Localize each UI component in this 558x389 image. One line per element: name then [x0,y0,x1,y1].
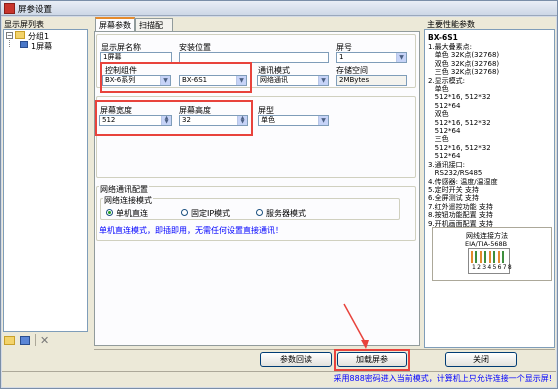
folder-icon [15,31,25,39]
spec-line: 512*64 [428,101,461,110]
radio-fixed-ip[interactable] [181,209,188,216]
radio-fixed-ip-label[interactable]: 固定IP模式 [191,208,230,219]
add-screen-icon[interactable] [20,336,30,345]
spec-line: 双色 [428,110,449,119]
spec-line: 2.显示模式: [428,76,466,85]
add-group-icon[interactable] [4,336,15,345]
spec-line: 512*16, 512*32 [428,93,491,102]
radio-direct[interactable] [106,209,113,216]
spec-line: 6.全屏测试 支持 [428,194,479,203]
network-hint: 单机直连模式，即插即用，无需任何设置直接通讯！ [99,226,283,235]
chevron-down-icon: ▼ [396,53,406,62]
readback-button[interactable]: 参数回读 [260,352,332,367]
annotation-arrow [343,303,369,349]
controller-model-select[interactable]: BX-6S1 ▼ [179,75,247,86]
screen-no-select[interactable]: 1 ▼ [336,52,407,63]
bottom-divider [94,349,555,350]
pin-numbers: 12345678 [472,264,513,271]
spec-line: 7.红外遥控功能 支持 [428,202,493,211]
spec-line: 512*16, 512*32 [428,118,491,127]
type-select[interactable]: 单色 ▼ [258,115,329,126]
arrow-line [343,303,367,345]
chevron-down-icon: ▼ [318,116,328,125]
width-value: 512 [102,116,116,124]
spec-line: 单色 [428,85,449,94]
spec-line: 三色 [428,135,449,144]
screen-no-value: 1 [339,53,344,61]
radio-server-label[interactable]: 服务器模式 [266,208,306,219]
storage-value: 2MBytes [336,75,407,86]
arrow-head [361,340,369,349]
radio-server[interactable] [256,209,263,216]
rj45-connector-icon: 12345678 [468,248,513,274]
comm-mode-value: 网络通讯 [260,76,288,84]
controller-model-value: BX-6S1 [182,76,208,84]
network-mode-title: 网络连接模式 [103,195,153,206]
spec-line: 双色 32K点(32768) [428,59,500,68]
chevron-down-icon: ▼ [318,76,328,85]
app-icon [4,3,15,14]
tab-screen-params[interactable]: 屏幕参数 [95,17,135,32]
specs-list: 1.最大叠素点: 单色 32K点(32768) 双色 32K点(32768) 三… [428,43,499,228]
type-value: 单色 [261,116,275,124]
radio-direct-label[interactable]: 单机直连 [116,208,148,219]
delete-icon[interactable]: ✕ [40,334,49,347]
close-button[interactable]: 关闭 [445,352,517,367]
controller-series-select[interactable]: BX-6系列 ▼ [102,75,171,86]
screen-list-panel [3,29,88,332]
title-bar: 屏参设置 [1,1,557,16]
spinner-arrows-icon[interactable]: ▲ ▼ [161,116,171,125]
width-spinner[interactable]: 512 ▲ ▼ [99,115,172,126]
chevron-down-icon: ▼ [236,76,246,85]
tree-connector [9,40,10,47]
tab-scan-config[interactable]: 扫描配置 [135,18,173,41]
spec-line: 3.通讯接口: [428,160,466,169]
spec-line: 8.按钮功能配置 支持 [428,211,493,220]
network-group-title: 网络通讯配置 [99,184,149,195]
spec-line: 4.传感器: 温度/温湿度 [428,177,498,186]
tree-screen-item[interactable]: 1屏幕 [31,41,52,52]
spec-line: 512*64 [428,152,461,161]
height-spinner[interactable]: 32 ▲ ▼ [179,115,248,126]
specs-model: BX-6S1 [428,33,458,42]
height-value: 32 [182,116,191,124]
toolbar-divider [35,334,36,346]
spec-line: 三色 32K点(32768) [428,68,500,77]
spec-line: 512*16, 512*32 [428,143,491,152]
screen-icon [20,41,28,48]
chevron-down-icon: ▼ [160,76,170,85]
spec-line: 单色 32K点(32768) [428,51,500,60]
window-title: 屏参设置 [18,5,53,15]
comm-mode-select[interactable]: 网络通讯 ▼ [257,75,329,86]
status-text: 采用888密码进入当前模式，计算机上只允许连接一个显示屏! [333,374,552,383]
controller-series-value: BX-6系列 [105,76,136,84]
spec-line: RS232/RS485 [428,169,483,178]
tree-collapse-icon[interactable]: − [6,32,13,39]
wire-colors [471,251,507,263]
spinner-arrows-icon[interactable]: ▲ ▼ [237,116,247,125]
cable-diagram-subtitle: EIA/TIA-568B [465,240,508,248]
